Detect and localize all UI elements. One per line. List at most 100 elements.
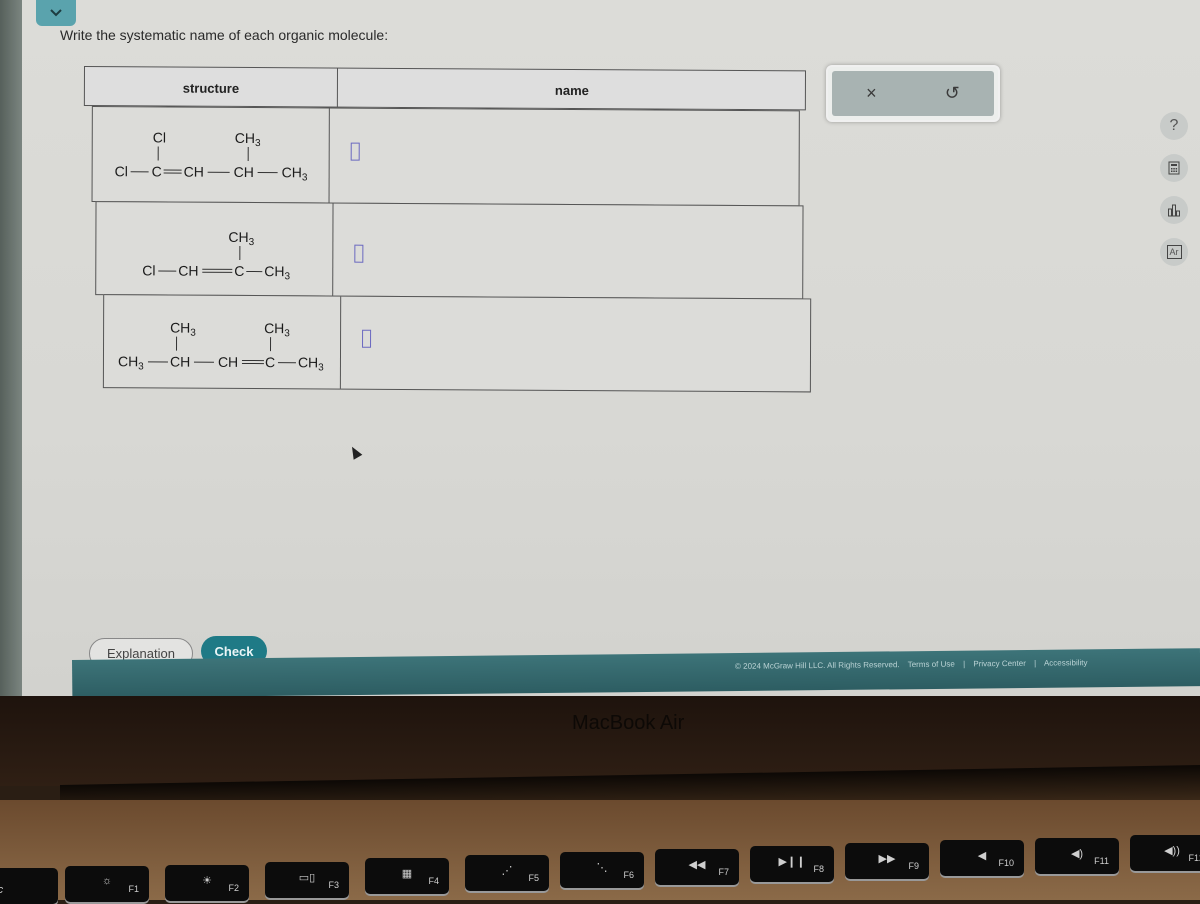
key-icon: ☀	[202, 875, 212, 887]
key-f9[interactable]: ▶▶ F9	[845, 843, 929, 879]
atom: CH3	[264, 320, 290, 340]
bar-chart-icon[interactable]	[1160, 196, 1188, 224]
atom: CH3	[297, 354, 324, 374]
key-f12[interactable]: ◀)) F12	[1130, 835, 1200, 871]
key-icon: ▭▯	[298, 872, 316, 884]
atom: Cl	[142, 262, 156, 279]
key-f7[interactable]: ◀◀ F7	[655, 849, 739, 885]
key-label: F6	[623, 870, 634, 880]
atom: CH	[178, 262, 199, 279]
table-header: structure name	[83, 66, 806, 111]
key-label: F3	[328, 880, 339, 890]
footer-separator: |	[963, 659, 966, 669]
privacy-link[interactable]: Privacy Center	[973, 659, 1026, 669]
double-bond	[202, 268, 233, 273]
accessibility-link[interactable]: Accessibility	[1044, 658, 1088, 667]
name-cell-1[interactable]	[333, 109, 799, 206]
chevron-down-icon	[50, 9, 62, 17]
key-icon: ◀)	[1070, 848, 1084, 860]
key-icon: ◀	[977, 850, 987, 862]
bond	[257, 172, 278, 174]
calculator-icon[interactable]	[1160, 154, 1188, 182]
periodic-table-label: Ar	[1166, 245, 1182, 259]
header-structure: structure	[84, 67, 338, 109]
key-icon: ▶▶	[878, 853, 896, 865]
atom: CH3	[117, 353, 144, 373]
answer-tools-panel: × ↺	[826, 65, 1000, 122]
molecule-table: structure name Cl CH3 Cl C CH CH CH3 CH3…	[83, 66, 812, 393]
undo-icon[interactable]: ↺	[945, 83, 960, 104]
key-f11[interactable]: ◀) F11	[1035, 838, 1119, 874]
footer-separator: |	[1034, 658, 1037, 668]
key-label: F10	[998, 858, 1014, 868]
side-toolbar: ? Ar	[1160, 112, 1194, 280]
clear-icon[interactable]: ×	[866, 83, 877, 104]
help-icon[interactable]: ?	[1160, 112, 1188, 140]
atom: CH3	[264, 263, 291, 283]
atom: CH3	[228, 228, 255, 249]
collapse-button[interactable]	[36, 0, 76, 26]
key-label: F12	[1188, 853, 1200, 863]
table-row: CH3 Cl CH C CH3	[95, 201, 804, 300]
key-label: F11	[1094, 856, 1109, 866]
bond	[247, 147, 249, 162]
atom: CH	[233, 163, 254, 181]
key-esc[interactable]: esc	[0, 868, 58, 904]
name-cell-3[interactable]	[344, 297, 810, 392]
atom: C	[151, 163, 162, 180]
key-label: esc	[0, 884, 3, 896]
key-f6[interactable]: ⋱ F6	[560, 852, 644, 888]
key-f10[interactable]: ◀ F10	[940, 840, 1024, 876]
column-divider	[332, 203, 334, 296]
bond	[176, 336, 178, 351]
atom: Cl	[152, 129, 167, 146]
key-label: F7	[718, 867, 729, 877]
mouse-cursor	[347, 444, 363, 460]
screen: Write the systematic name of each organi…	[0, 0, 1200, 700]
key-icon: ⋱	[596, 862, 608, 874]
key-icon: ▦	[401, 868, 413, 880]
double-bond	[163, 169, 182, 174]
copyright-text: © 2024 McGraw Hill LLC. All Rights Reser…	[734, 660, 900, 671]
key-f3[interactable]: ▭▯ F3	[265, 862, 349, 898]
bond	[157, 146, 159, 161]
key-icon: ☼	[101, 875, 113, 887]
column-divider	[328, 108, 330, 203]
double-bond	[241, 359, 264, 365]
atom: CH	[217, 353, 239, 370]
bond	[147, 361, 168, 363]
atom: CH	[169, 353, 191, 370]
answer-tools: × ↺	[832, 71, 994, 116]
atom: C	[234, 262, 245, 279]
key-label: F1	[128, 884, 139, 894]
instruction-text: Write the systematic name of each organi…	[60, 27, 389, 43]
key-icon: ◀))	[1164, 845, 1180, 857]
periodic-table-icon[interactable]: Ar	[1160, 238, 1188, 266]
name-cell-2[interactable]	[336, 204, 802, 299]
bond	[158, 270, 177, 272]
key-icon: ▶❙❙	[778, 856, 806, 868]
key-f8[interactable]: ▶❙❙ F8	[750, 846, 834, 882]
bond	[270, 337, 272, 352]
key-f2[interactable]: ☀ F2	[165, 865, 249, 901]
key-icon: ◀◀	[688, 859, 706, 871]
atom: Cl	[114, 163, 128, 180]
key-label: F2	[228, 883, 239, 893]
laptop-brand: MacBook Air	[572, 712, 685, 734]
key-icon: ⋰	[501, 865, 513, 877]
bond	[193, 361, 214, 363]
key-label: F5	[528, 873, 539, 883]
key-label: F4	[428, 876, 439, 886]
key-f4[interactable]: ▦ F4	[365, 858, 449, 894]
bond	[277, 362, 296, 364]
key-f1[interactable]: ☼ F1	[65, 866, 149, 902]
terms-link[interactable]: Terms of Use	[908, 660, 955, 669]
table-row: CH3 CH3 CH3 CH CH C CH3	[102, 294, 812, 393]
bond	[130, 171, 149, 173]
key-label: F9	[908, 861, 919, 871]
column-divider	[339, 296, 342, 389]
key-f5[interactable]: ⋰ F5	[465, 855, 549, 891]
bond	[246, 270, 263, 273]
header-name: name	[554, 82, 589, 98]
key-label: F8	[813, 864, 824, 874]
